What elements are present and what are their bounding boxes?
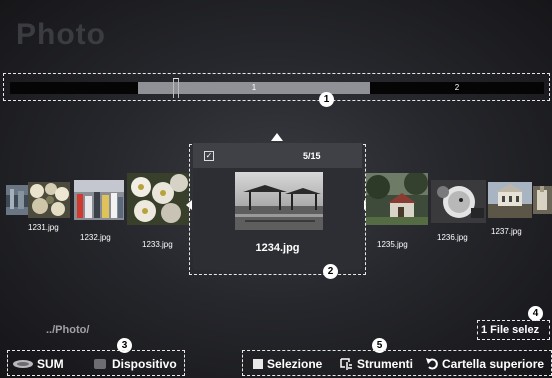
tools-button[interactable]: Strumenti — [339, 357, 421, 371]
callout-4: 4 — [528, 306, 543, 321]
remote-icon — [13, 360, 33, 368]
thumbnail-1237-label: 1237.jpg — [491, 227, 522, 236]
tools-icon — [340, 358, 352, 370]
checkbox-icon[interactable]: ✓ — [204, 151, 214, 161]
thumbnail-1238[interactable] — [533, 186, 552, 214]
thumbnail-1230[interactable] — [6, 185, 28, 215]
parent-folder-label: Cartella superiore — [442, 357, 545, 371]
selection-label: Selezione — [267, 357, 323, 371]
thumbnail-1235-label: 1235.jpg — [377, 240, 408, 249]
focused-card-header: ✓ 5/15 — [193, 143, 362, 168]
focused-photo-card[interactable]: ✓ 5/15 1234.jpg — [193, 143, 362, 270]
thumbnail-1233[interactable] — [127, 173, 189, 225]
thumbnail-1231[interactable] — [28, 182, 70, 218]
sum-label: SUM — [37, 357, 64, 371]
focused-photo-image — [235, 172, 323, 230]
thumbnail-1236-label: 1236.jpg — [437, 233, 468, 242]
timeline-cursor[interactable] — [173, 78, 179, 98]
return-icon — [426, 358, 438, 370]
thumbnail-1233-label: 1233.jpg — [142, 240, 173, 249]
device-button[interactable]: Dispositivo — [94, 357, 182, 371]
scroll-up-icon[interactable] — [271, 133, 283, 141]
thumbnail-1236[interactable] — [431, 180, 486, 223]
thumbnail-1232[interactable] — [74, 180, 124, 220]
current-path: ../Photo/ — [46, 324, 90, 336]
selected-count: 1 File selez — [481, 324, 540, 336]
timeline-segment-1-label: 1 — [251, 83, 257, 92]
thumbnail-1232-label: 1232.jpg — [80, 233, 111, 242]
callout-2: 2 — [323, 264, 338, 279]
selection-square-icon — [253, 359, 263, 369]
timeline-segment-2-label: 2 — [454, 83, 460, 92]
parent-folder-button[interactable]: Cartella superiore — [426, 357, 552, 371]
page-title: Photo — [16, 18, 106, 51]
sum-button[interactable]: SUM — [13, 357, 79, 371]
thumbnail-1231-label: 1231.jpg — [28, 223, 59, 232]
focused-photo-name: 1234.jpg — [255, 242, 300, 254]
device-label: Dispositivo — [112, 357, 177, 371]
device-key-icon — [94, 359, 106, 369]
thumbnail-1235[interactable] — [366, 173, 428, 225]
thumbnail-1237[interactable] — [488, 182, 532, 218]
tools-label: Strumenti — [357, 357, 414, 371]
selection-button[interactable]: Selezione — [253, 357, 331, 371]
timeline-segment-2[interactable]: 2 — [370, 82, 544, 94]
timeline-bar[interactable]: 1 2 — [10, 78, 544, 98]
photo-counter: 5/15 — [303, 151, 321, 161]
callout-1: 1 — [319, 92, 334, 107]
